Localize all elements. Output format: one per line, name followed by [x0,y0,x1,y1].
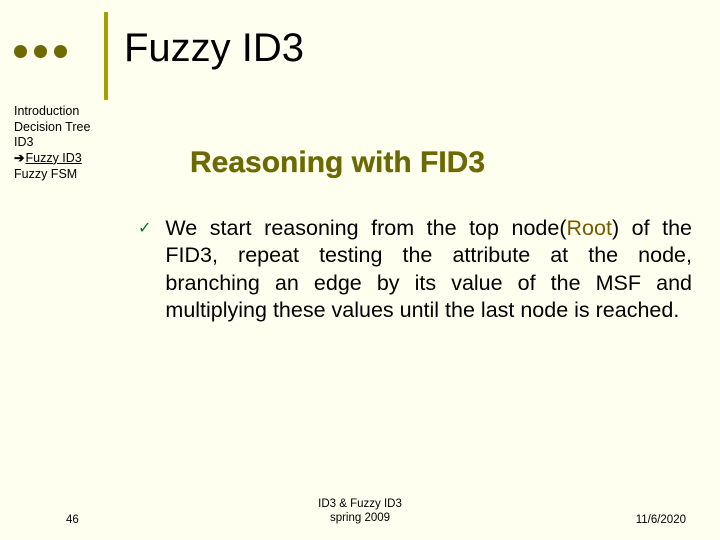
section-heading: Reasoning with FID3 [190,146,485,180]
page-number: 46 [66,514,79,526]
nav-item-fuzzy-id3: ➔Fuzzy ID3 [14,151,90,167]
root-keyword: Root [567,216,612,240]
dot-icon [34,45,47,58]
outline-nav: Introduction Decision Tree ID3 ➔Fuzzy ID… [14,104,90,182]
bullet-text: We start reasoning from the top node(Roo… [165,215,692,324]
nav-item-id3: ID3 [14,135,90,151]
decorative-dots [14,45,67,58]
bullet-row: ✓ We start reasoning from the top node(R… [138,215,692,324]
check-icon: ✓ [138,219,151,240]
nav-item-fuzzy-fsm: Fuzzy FSM [14,167,90,183]
footer-center-text: ID3 & Fuzzy ID3 spring 2009 [318,498,402,526]
decorative-vertical-line [104,12,108,100]
nav-item-introduction: Introduction [14,104,90,120]
arrow-right-icon: ➔ [14,151,24,165]
footer-date: 11/6/2020 [636,514,686,526]
dot-icon [14,45,27,58]
slide-title: Fuzzy ID3 [124,26,304,71]
dot-icon [54,45,67,58]
nav-item-decision-tree: Decision Tree [14,120,90,136]
